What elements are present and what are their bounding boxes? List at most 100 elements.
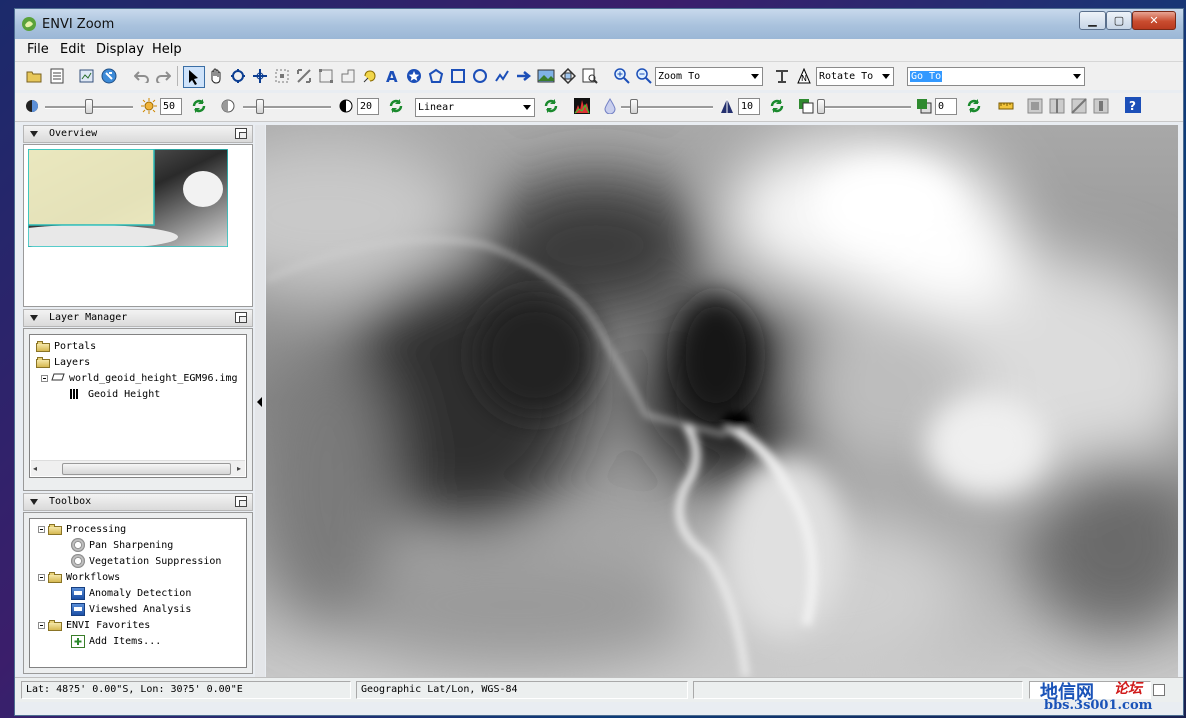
tree-item-workflows[interactable]: Workflows [38,569,120,585]
swipe-icon[interactable] [1048,97,1066,115]
collapse-tree-icon[interactable] [38,525,45,533]
redo-icon[interactable] [154,67,172,85]
horizontal-scrollbar[interactable]: ◂ ▸ [31,460,245,476]
vector-join-icon[interactable] [339,67,357,85]
maximize-button[interactable]: ▢ [1106,11,1132,30]
stretch-reset-icon[interactable] [542,97,560,115]
tree-label: ENVI Favorites [66,619,151,631]
zoom-in-icon[interactable] [613,67,631,85]
slider-thumb[interactable] [85,99,93,114]
tree-item-world-geoid[interactable]: world_geoid_height_EGM96.img [41,370,238,386]
cursor-value-icon[interactable] [581,67,599,85]
blend-icon[interactable] [1070,97,1088,115]
scroll-left-icon[interactable]: ◂ [33,464,37,473]
collapse-tree-icon[interactable] [41,374,48,382]
tree-item-portals[interactable]: Portals [36,338,96,354]
collapse-left-icon[interactable] [257,397,262,407]
measure-ruler-icon[interactable] [997,97,1015,115]
tree-item-processing[interactable]: Processing [38,521,126,537]
portal-flicker-icon[interactable] [1092,97,1110,115]
title-bar[interactable]: ENVI Zoom ▁ ▢ ✕ [15,9,1183,40]
tree-item-layers[interactable]: Layers [36,354,90,370]
zoom-out-icon[interactable] [635,67,653,85]
layer-tree: Portals Layers world_geoid_height_EGM96.… [29,334,247,478]
menu-file[interactable]: File [27,42,49,57]
sharpen-value[interactable]: 10 [738,98,760,115]
transparency-value[interactable]: 0 [935,98,957,115]
rotate-to-dropdown[interactable]: Rotate To [816,67,894,86]
rotate-icon[interactable] [773,67,791,85]
slider-thumb[interactable] [817,99,825,114]
transparency-slider[interactable] [817,99,911,115]
vector-edit-icon[interactable] [295,67,313,85]
undock-icon[interactable] [235,496,247,507]
undock-icon[interactable] [235,312,247,323]
tree-item-vegetation-suppression[interactable]: Vegetation Suppression [71,553,221,569]
select-pointer-icon[interactable] [183,66,205,88]
menu-edit[interactable]: Edit [60,42,85,57]
annotation-icon[interactable] [361,67,379,85]
menu-help[interactable]: Help [152,42,182,57]
contrast-value[interactable]: 20 [357,98,379,115]
crosshair-icon[interactable] [251,67,269,85]
tree-item-envi-favorites[interactable]: ENVI Favorites [38,617,150,633]
overview-thumbnail[interactable] [0,148,229,249]
collapse-triangle-icon[interactable] [30,315,38,321]
collapse-tree-icon[interactable] [38,621,45,629]
ellipse-annotation-icon[interactable] [471,67,489,85]
brightness-value[interactable]: 50 [160,98,182,115]
close-button[interactable]: ✕ [1132,11,1176,30]
tree-item-add-items[interactable]: Add Items... [71,633,161,649]
polyline-annotation-icon[interactable] [493,67,511,85]
vector-vertex-icon[interactable] [317,67,335,85]
portal-icon[interactable] [559,67,577,85]
collapse-triangle-icon[interactable] [30,131,38,137]
toolbox-header[interactable]: Toolbox [23,493,253,511]
pan-hand-icon[interactable] [207,67,225,85]
contrast-slider[interactable] [243,99,331,115]
scroll-right-icon[interactable]: ▸ [237,464,241,473]
polygon-annotation-icon[interactable] [427,67,445,85]
slider-thumb[interactable] [256,99,264,114]
go-to-input[interactable]: Go To [907,67,1085,86]
brightness-slider[interactable] [45,99,133,115]
layer-manager-header[interactable]: Layer Manager [23,309,253,327]
scrollbar-thumb[interactable] [62,463,231,475]
rotate-north-icon[interactable]: N [795,67,813,85]
contrast-reset-icon[interactable] [387,97,405,115]
tree-item-anomaly-detection[interactable]: Anomaly Detection [71,585,191,601]
tree-item-viewshed-analysis[interactable]: Viewshed Analysis [71,601,191,617]
flicker-icon[interactable] [1026,97,1044,115]
image-view[interactable] [266,125,1178,677]
data-manager-icon[interactable] [48,67,66,85]
minimize-button[interactable]: ▁ [1079,11,1106,30]
overview-header[interactable]: Overview [23,125,253,143]
brightness-reset-icon[interactable] [190,97,208,115]
chip-display-icon[interactable] [100,67,118,85]
transparency-reset-icon[interactable] [965,97,983,115]
text-annotation-icon[interactable]: A [383,67,401,85]
rectangle-annotation-icon[interactable] [449,67,467,85]
undock-icon[interactable] [235,128,247,139]
undo-icon[interactable] [133,67,151,85]
menu-display[interactable]: Display [96,42,144,57]
vector-create-icon[interactable] [273,67,291,85]
picture-annotation-icon[interactable] [537,67,555,85]
collapse-tree-icon[interactable] [38,573,45,581]
stretch-type-dropdown[interactable]: Linear [415,98,535,117]
sharpen-slider[interactable] [621,99,713,115]
print-icon[interactable] [78,67,96,85]
sharpen-reset-icon[interactable] [768,97,786,115]
tree-item-pan-sharpening[interactable]: Pan Sharpening [71,537,173,553]
fly-icon[interactable] [229,67,247,85]
panel-collapse-handle[interactable] [255,125,265,677]
symbol-annotation-icon[interactable] [405,67,423,85]
open-file-icon[interactable] [25,67,43,85]
slider-thumb[interactable] [630,99,638,114]
collapse-triangle-icon[interactable] [30,499,38,505]
histogram-icon[interactable] [573,97,591,115]
tree-item-geoid-height[interactable]: Geoid Height [70,386,160,402]
help-icon[interactable]: ? [1125,97,1141,113]
zoom-to-dropdown[interactable]: Zoom To [655,67,763,86]
arrow-annotation-icon[interactable] [515,67,533,85]
